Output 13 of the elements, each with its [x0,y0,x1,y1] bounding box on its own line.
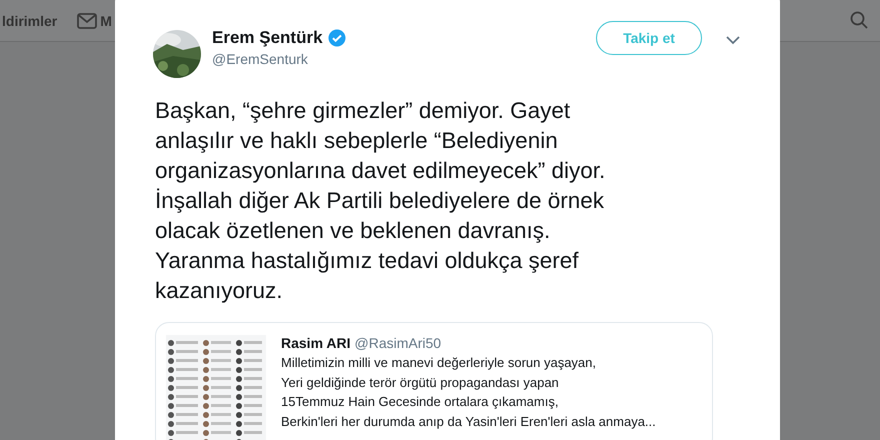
quoted-author-name: Rasim ARI [281,335,351,351]
author-handle[interactable]: @EremSenturk [212,51,346,67]
envelope-icon[interactable] [77,12,98,28]
nav-link[interactable]: M [100,12,112,28]
chevron-down-icon[interactable] [726,36,740,45]
quoted-author-handle: @RasimAri50 [354,335,442,351]
search-icon[interactable] [850,11,868,29]
quoted-tweet-text: Milletimizin milli ve manevi değerleriyle sorun yaşayan, Yeri geldiğinde terör örgütü propagandası yapan 15Temmuz Hain Gecesinde ortalara çıkamamış, Berkin'leri her durumda anıp da Yasin'leri Eren'leri asla anmaya... [281,354,656,431]
quoted-tweet[interactable] [155,322,713,440]
tweet-text: Başkan, “şehre girmezler” demiyor. Gayet anlaşılır ve haklı sebeplerle “Belediyenin organizasyonlarına davet edilmeyecek” diyor. İnşallah diğer Ak Partili belediyelere de örnek olacak özetlenen ve beklenen davranış. Yaranma hastalığımız tedavi oldukça şeref kazanıyoruz. [155,97,606,305]
nav-link[interactable]: ldirimler [2,12,58,28]
author-name[interactable]: Erem Şentürk [212,28,323,48]
follow-button[interactable]: Takip et [596,21,702,55]
